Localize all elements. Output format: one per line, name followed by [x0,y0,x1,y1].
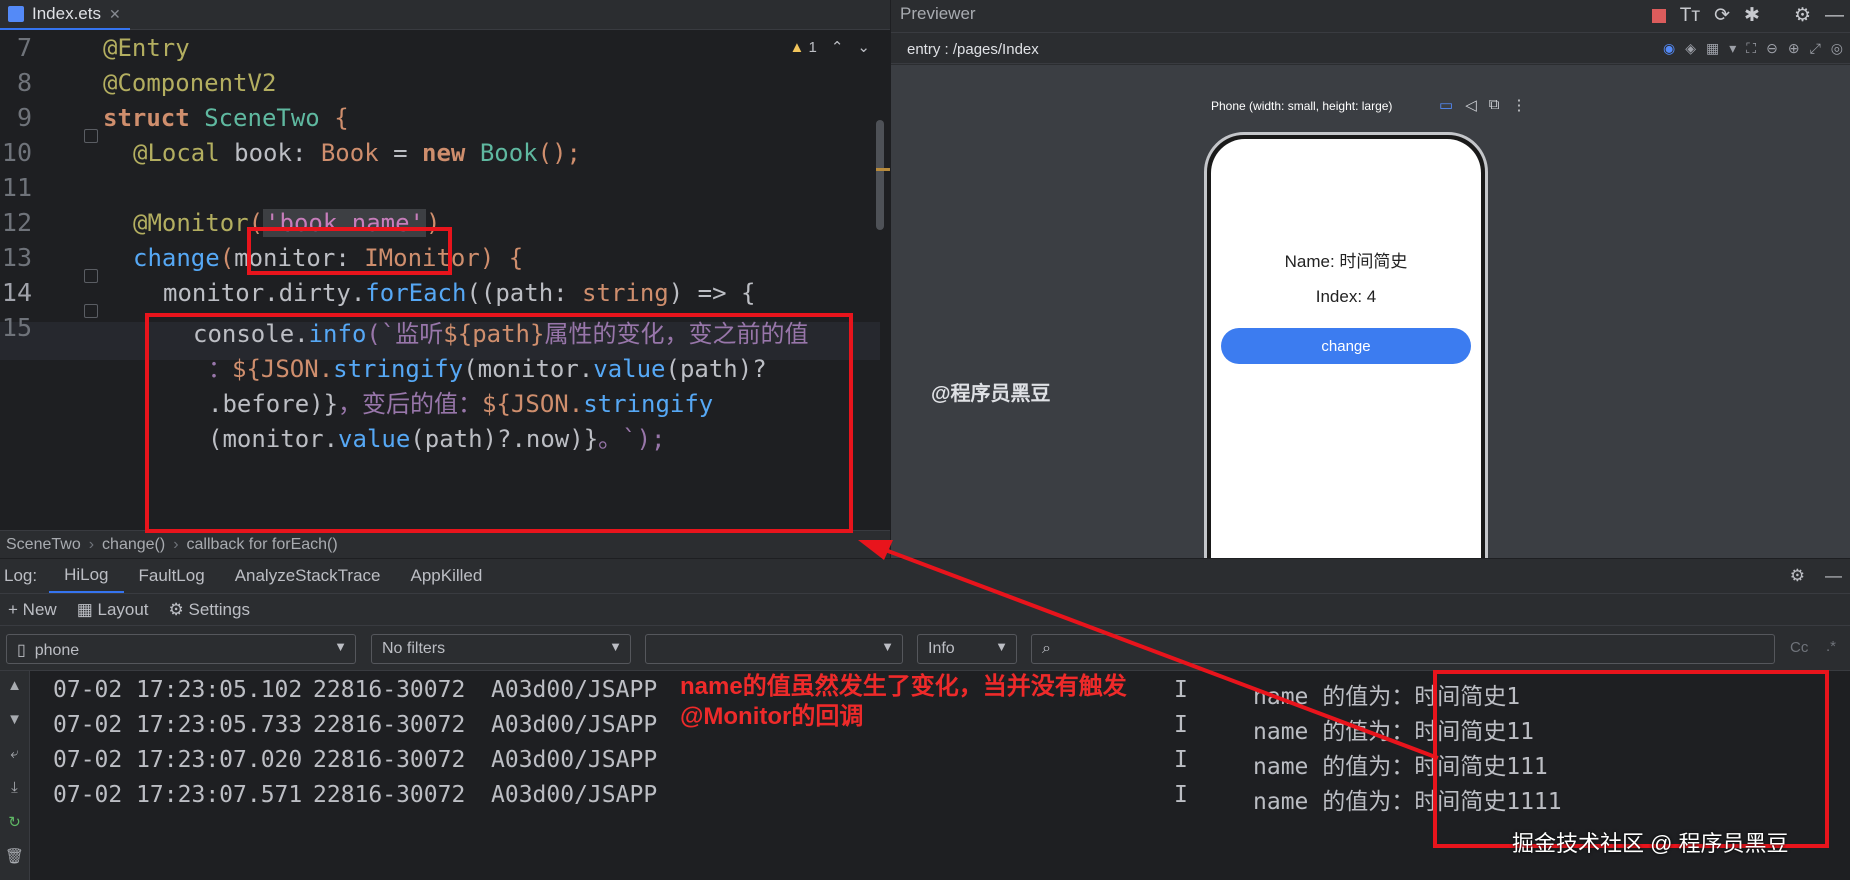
footer-watermark: 掘金技术社区 @ 程序员黑豆 [1512,831,1789,856]
arrow-head [858,540,893,560]
annotation-line: @Monitor的回调 [680,703,864,730]
annotation-line: name的值虽然发生了变化，当并没有触发 [680,673,1127,700]
annotation-text: name的值虽然发生了变化，当并没有触发 @Monitor的回调 [680,672,1127,732]
annotation-arrow [858,540,1439,760]
